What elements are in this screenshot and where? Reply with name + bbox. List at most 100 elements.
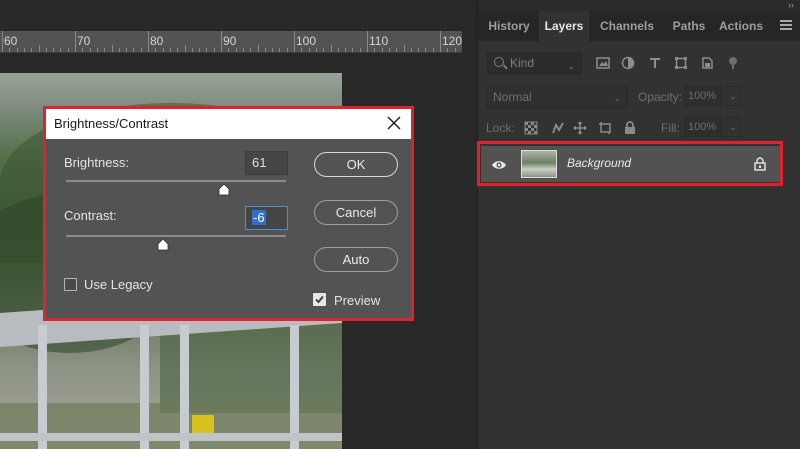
tab-layers[interactable]: Layers [539, 11, 589, 41]
lock-artboard-icon[interactable] [598, 121, 612, 135]
ruler-tick [75, 31, 76, 52]
ruler-tick [454, 48, 456, 52]
ruler-tick [330, 45, 332, 52]
contrast-slider-thumb[interactable] [157, 238, 169, 251]
ok-button[interactable]: OK [314, 152, 398, 177]
preview-checkbox[interactable] [313, 293, 326, 306]
horizontal-ruler: 60 70 80 90 100 110 120 [0, 31, 462, 53]
chevron-down-icon: ⌄ [567, 61, 575, 71]
image-filter-icon[interactable] [596, 56, 610, 70]
ruler-tick [118, 48, 120, 52]
ruler-tick [286, 48, 288, 52]
ruler-label: 80 [150, 34, 164, 48]
smart-object-filter-icon[interactable] [700, 56, 714, 70]
brightness-slider-thumb[interactable] [218, 183, 230, 196]
chevron-down-icon[interactable]: ⌄ [726, 117, 740, 137]
ruler-tick [169, 48, 171, 52]
ruler-tick [155, 48, 157, 52]
ruler-tick [89, 48, 91, 52]
ruler-tick [191, 48, 193, 52]
image-post [290, 325, 299, 449]
ruler-tick [148, 31, 149, 52]
brightness-slider-track[interactable] [66, 180, 286, 182]
preview-label: Preview [334, 293, 381, 308]
opacity-input[interactable]: 100% [684, 86, 722, 106]
ruler-tick [228, 48, 230, 52]
ruler-tick [410, 48, 412, 52]
fill-input[interactable]: 100% [684, 117, 722, 137]
brightness-label: Brightness: [64, 155, 130, 170]
auto-button[interactable]: Auto [314, 247, 398, 272]
image-post [140, 325, 149, 449]
filter-kind-select[interactable]: Kind ⌄ [487, 52, 582, 74]
panel-menu-icon[interactable] [780, 20, 792, 30]
ruler-label: 60 [4, 34, 18, 48]
ruler-tick [235, 48, 237, 52]
ruler-tick [374, 48, 376, 52]
lock-row: Lock: Fill: 100% ⌄ [478, 116, 800, 142]
brightness-input[interactable]: 61 [245, 151, 288, 175]
adjustment-filter-icon[interactable] [621, 56, 635, 70]
ruler-tick [323, 48, 325, 52]
ruler-tick [111, 45, 113, 52]
chevron-down-icon: ⌄ [613, 93, 621, 103]
ruler-tick [162, 48, 164, 52]
ruler-tick [418, 48, 420, 52]
contrast-input[interactable]: -6 [245, 206, 288, 230]
ruler-tick [38, 45, 40, 52]
ruler-tick [2, 31, 3, 52]
ruler-tick [184, 45, 186, 52]
ruler-tick [199, 48, 201, 52]
ruler-tick [315, 48, 317, 52]
tab-actions[interactable]: Actions [713, 11, 769, 41]
ruler-tick [206, 48, 208, 52]
layer-filter-row: Kind ⌄ [478, 50, 800, 78]
layer-highlight-box [477, 141, 783, 186]
filter-toggle-icon[interactable] [726, 56, 740, 70]
ruler-tick [213, 48, 215, 52]
ruler-label: 120 [442, 34, 462, 48]
ruler-label: 70 [77, 34, 91, 48]
dialog-titlebar[interactable]: Brightness/Contrast [46, 109, 411, 139]
contrast-slider-track[interactable] [66, 235, 286, 237]
contrast-input-value: -6 [252, 210, 266, 225]
ruler-tick [126, 48, 128, 52]
lock-image-icon[interactable] [551, 121, 565, 135]
ruler-tick [396, 48, 398, 52]
ruler-tick [257, 45, 259, 52]
contrast-label: Contrast: [64, 208, 117, 223]
tab-history[interactable]: History [479, 11, 539, 41]
ruler-tick [425, 48, 427, 52]
close-icon[interactable] [385, 114, 403, 132]
ruler-tick [82, 48, 84, 52]
ruler-tick [345, 48, 347, 52]
ruler-tick [301, 48, 303, 52]
cancel-button[interactable]: Cancel [314, 200, 398, 225]
ruler-tick [367, 31, 368, 52]
type-filter-icon[interactable] [648, 56, 662, 70]
lock-label: Lock: [486, 121, 515, 135]
blend-mode-select[interactable]: Normal ⌄ [486, 86, 628, 108]
filter-kind-label: Kind [510, 56, 535, 70]
lock-transparent-icon[interactable] [524, 121, 538, 135]
collapse-panels-icon[interactable]: ›› [788, 0, 794, 10]
use-legacy-label: Use Legacy [84, 277, 153, 292]
ruler-tick [45, 48, 47, 52]
chevron-down-icon[interactable]: ⌄ [726, 86, 740, 106]
use-legacy-checkbox[interactable] [64, 278, 77, 291]
ruler-tick [67, 48, 69, 52]
tab-channels[interactable]: Channels [589, 11, 665, 41]
ruler-tick [31, 48, 33, 52]
ruler-tick [308, 48, 310, 52]
ruler-tick [388, 48, 390, 52]
ruler-tick [133, 48, 135, 52]
layers-panel: ›› History Layers Channels Paths Actions Kin… [477, 0, 800, 449]
tab-paths[interactable]: Paths [665, 11, 713, 41]
ruler-tick [60, 48, 62, 52]
lock-all-icon[interactable] [623, 121, 637, 135]
photoshop-window: 60 70 80 90 100 110 120 ›› History Layers Channe… [0, 0, 800, 449]
ruler-tick [352, 48, 354, 52]
ruler-label: 110 [369, 34, 389, 48]
shape-filter-icon[interactable] [674, 56, 688, 70]
lock-position-icon[interactable] [573, 121, 587, 135]
